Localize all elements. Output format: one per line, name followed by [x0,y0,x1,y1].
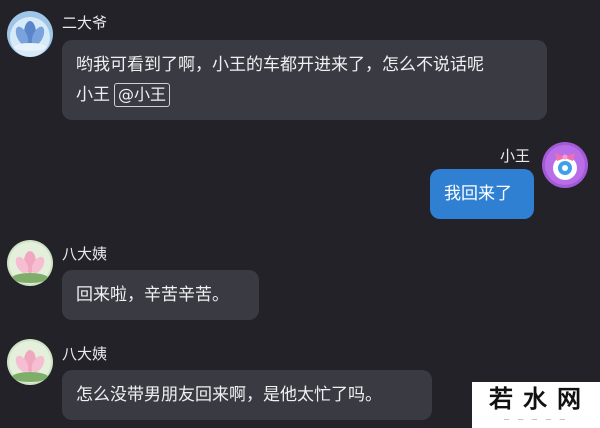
message-bubble[interactable]: 哟我可看到了啊，小王的车都开进来了，怎么不说话呢 小王 @小王 [62,40,547,120]
sender-name: 二大爷 [62,14,108,32]
message-text-line: 小王 @小王 [76,80,533,110]
mention-tag[interactable]: @小王 [114,83,171,107]
lotus-avatar-icon[interactable] [7,11,53,57]
sender-name: 小王 [500,147,531,165]
watermark-underline: — — — — — [503,416,569,423]
watermark-text: 若水网 [489,385,591,413]
sender-name: 八大姨 [62,345,108,363]
cute-bow-avatar-icon[interactable] [542,142,588,188]
message-text-continued: 小王 [76,85,110,105]
message-text: 哟我可看到了啊，小王的车都开进来了，怎么不说话呢 [76,55,484,75]
pink-lotus-avatar-icon[interactable] [7,339,53,385]
message-bubble[interactable]: 怎么没带男朋友回来啊，是他太忙了吗。 [62,370,432,420]
watermark: 若水网 — — — — — [472,382,600,428]
message-bubble[interactable]: 回来啦，辛苦辛苦。 [62,270,259,320]
sender-name: 八大姨 [62,245,108,263]
pink-lotus-avatar-icon[interactable] [7,240,53,286]
message-bubble[interactable]: 我回来了 [430,169,534,219]
